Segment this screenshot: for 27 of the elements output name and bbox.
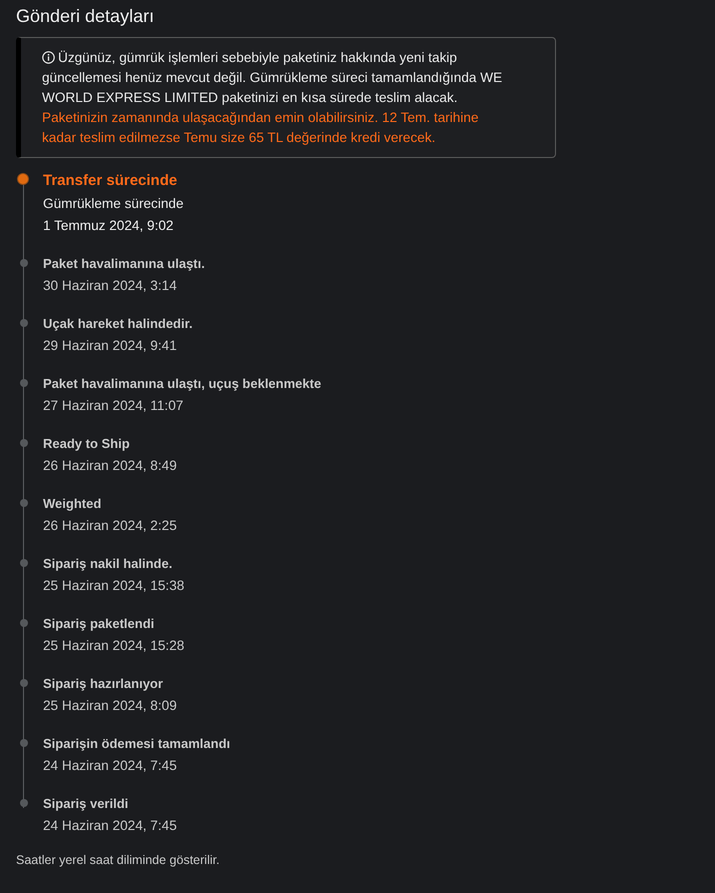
notice-text: Üzgünüz, gümrük işlemleri sebebiyle paketiniz hakkında yeni takip güncellemesi henüz mevcut değil. Gümrükleme süreci tamamlandığında WE WORLD EXPRESS LIMITED paketinizi en kısa sürede teslim alacak. Paketinizin zamanında ulaşacağından emin olabilirsiniz. 12 Tem. tarihine kadar teslim edilmezse Temu size 65 TL değerinde kredi verecek. — [42, 49, 504, 147]
event-title: Paket havalimanına ulaştı, uçuş beklenmekte — [43, 375, 322, 393]
page-title: Gönderi detayları — [16, 5, 156, 28]
info-icon — [42, 51, 55, 64]
event-title: Paket havalimanına ulaştı. — [43, 255, 206, 273]
event-date: 26 Haziran 2024, 2:25 — [43, 517, 178, 535]
event-title: Sipariş verildi — [43, 795, 130, 813]
event-date: 25 Haziran 2024, 15:38 — [43, 577, 186, 595]
event-title: Ready to Ship — [43, 435, 131, 453]
event-title: Weighted — [43, 495, 102, 513]
event-detail: Gümrükleme sürecinde — [43, 195, 185, 213]
event-title: Transfer sürecinde — [43, 171, 178, 191]
event-title: Sipariş nakil halinde. — [43, 555, 174, 573]
event-date: 29 Haziran 2024, 9:41 — [43, 337, 178, 355]
event-title: Sipariş hazırlanıyor — [43, 675, 164, 693]
event-title: Sipariş paketlendi — [43, 615, 156, 633]
event-date: 1 Temmuz 2024, 9:02 — [43, 217, 174, 235]
event-title: Siparişin ödemesi tamamlandı — [43, 735, 232, 753]
event-date: 27 Haziran 2024, 11:07 — [43, 397, 184, 415]
event-date: 25 Haziran 2024, 8:09 — [43, 697, 178, 715]
event-date: 30 Haziran 2024, 3:14 — [43, 277, 178, 295]
event-date: 24 Haziran 2024, 7:45 — [43, 817, 178, 835]
event-date: 26 Haziran 2024, 8:49 — [43, 457, 178, 475]
event-title: Uçak hareket halindedir. — [43, 315, 194, 333]
event-date: 25 Haziran 2024, 15:28 — [43, 637, 186, 655]
event-date: 24 Haziran 2024, 7:45 — [43, 757, 178, 775]
timezone-note: Saatler yerel saat diliminde gösterilir. — [16, 853, 221, 867]
